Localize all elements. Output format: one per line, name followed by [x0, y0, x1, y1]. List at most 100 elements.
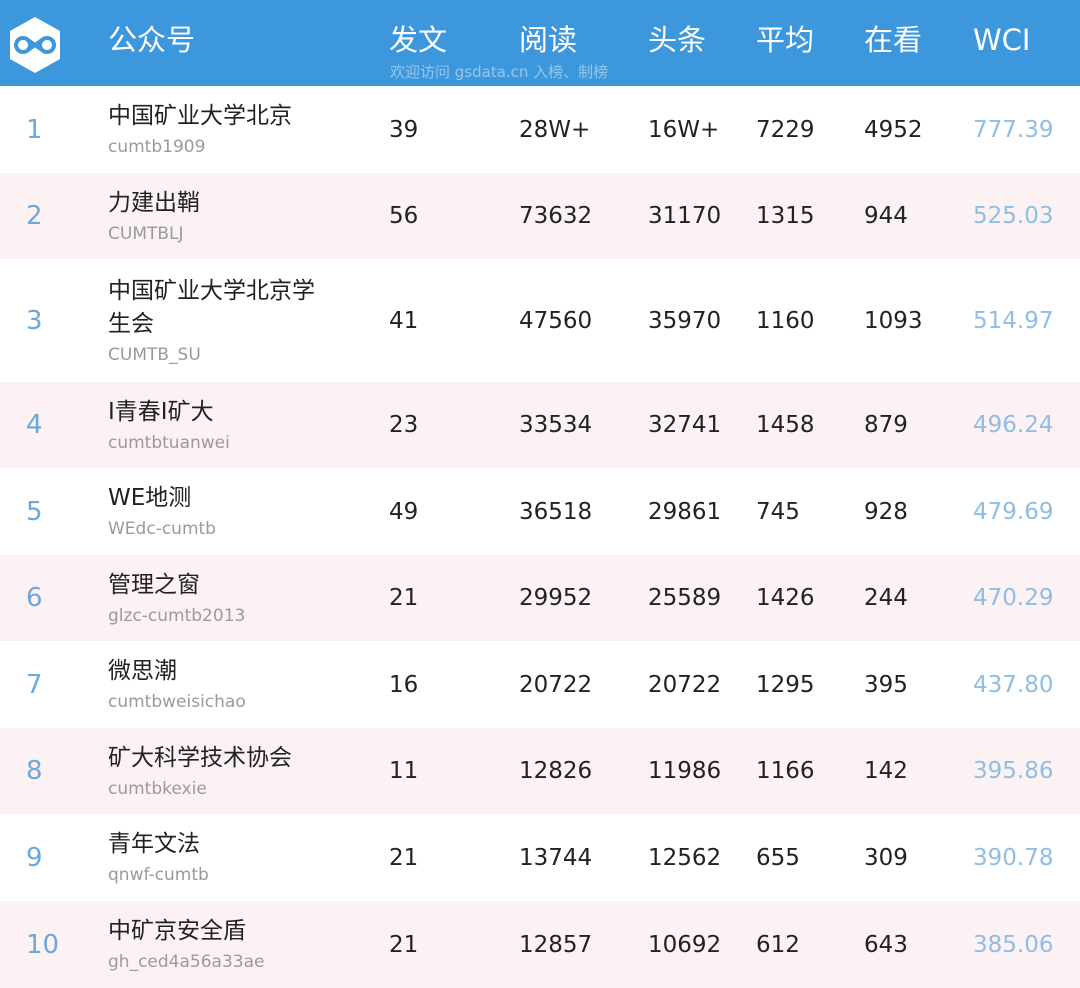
table-row: 1 中国矿业大学北京 cumtb1909 39 28W+ 16W+ 7229 4…	[0, 86, 1080, 173]
table-row: 8 矿大科学技术协会 cumtbkexie 11 12826 11986 116…	[0, 728, 1080, 814]
column-header-wci: WCI	[973, 23, 1031, 57]
average-value: 1315	[756, 203, 815, 229]
posts-value: 39	[389, 116, 419, 143]
average-value: 7229	[756, 116, 815, 143]
wci-value: 390.78	[973, 844, 1054, 871]
headline-value: 10692	[648, 931, 722, 958]
reads-value: 20722	[519, 671, 593, 698]
looking-value: 928	[864, 498, 908, 525]
account-name: 力建出鞘	[108, 189, 200, 216]
account-cell: 矿大科学技术协会 cumtbkexie	[108, 728, 348, 814]
posts-value: 49	[389, 498, 419, 525]
posts-value: 11	[389, 758, 419, 784]
headline-value: 20722	[648, 671, 722, 698]
looking-value: 879	[864, 412, 908, 438]
headline-value: 16W+	[648, 116, 720, 143]
account-name: 中国矿业大学北京	[108, 103, 292, 129]
looking-value: 142	[864, 758, 908, 784]
headline-value: 35970	[648, 307, 722, 334]
account-cell: WE地测 WEdc-cumtb	[108, 468, 348, 555]
account-id: gh_ced4a56a33ae	[108, 952, 265, 972]
posts-value: 56	[389, 203, 419, 229]
headline-value: 25589	[648, 585, 722, 611]
account-name: WE地测	[108, 485, 192, 511]
account-id: CUMTBLJ	[108, 223, 184, 244]
looking-value: 244	[864, 585, 908, 611]
reads-value: 28W+	[519, 116, 591, 143]
wci-value: 385.06	[973, 931, 1054, 958]
account-id: cumtbtuanwei	[108, 432, 230, 453]
reads-value: 12857	[519, 931, 593, 958]
account-cell: 中国矿业大学北京 cumtb1909	[108, 86, 348, 173]
reads-value: 13744	[519, 844, 593, 871]
rank-number: 3	[26, 305, 43, 336]
posts-value: 21	[389, 844, 419, 871]
reads-value: 33534	[519, 412, 593, 438]
headline-value: 29861	[648, 498, 722, 525]
rank-number: 6	[26, 583, 43, 613]
wci-value: 470.29	[973, 585, 1054, 611]
average-value: 1295	[756, 671, 815, 698]
table-row: 9 青年文法 qnwf-cumtb 21 13744 12562 655 309…	[0, 814, 1080, 901]
rank-number: 5	[26, 496, 43, 527]
account-cell: I青春I矿大 cumtbtuanwei	[108, 382, 348, 468]
account-id: qnwf-cumtb	[108, 865, 209, 885]
looking-value: 1093	[864, 307, 923, 334]
headline-value: 12562	[648, 844, 722, 871]
average-value: 1458	[756, 412, 815, 438]
posts-value: 21	[389, 931, 419, 958]
account-name: 管理之窗	[108, 571, 200, 598]
column-header-account: 公众号	[108, 23, 196, 57]
table-row: 10 中矿京安全盾 gh_ced4a56a33ae 21 12857 10692…	[0, 901, 1080, 988]
account-name: 矿大科学技术协会	[108, 744, 292, 771]
account-id: cumtbkexie	[108, 778, 207, 799]
rank-number: 1	[26, 114, 43, 145]
looking-value: 643	[864, 931, 908, 958]
account-cell: 青年文法 qnwf-cumtb	[108, 814, 348, 901]
column-header-looking: 在看	[864, 23, 923, 57]
table-row: 5 WE地测 WEdc-cumtb 49 36518 29861 745 928…	[0, 468, 1080, 555]
account-cell: 中国矿业大学北京学生会 CUMTB_SU	[108, 259, 323, 382]
wci-value: 395.86	[973, 758, 1054, 784]
reads-value: 73632	[519, 203, 593, 229]
posts-value: 21	[389, 585, 419, 611]
column-header-posts: 发文	[389, 23, 448, 57]
account-cell: 中矿京安全盾 gh_ced4a56a33ae	[108, 901, 348, 988]
reads-value: 36518	[519, 498, 593, 525]
average-value: 745	[756, 498, 800, 525]
account-cell: 力建出鞘 CUMTBLJ	[108, 173, 348, 259]
wci-value: 479.69	[973, 498, 1054, 525]
table-header: 公众号 发文 阅读 头条 平均 在看 WCI 欢迎访问 gsdata.cn 入榜…	[0, 0, 1080, 86]
account-name: 微思潮	[108, 658, 177, 684]
account-id: CUMTB_SU	[108, 344, 201, 365]
rank-number: 2	[26, 201, 43, 231]
account-cell: 微思潮 cumtbweisichao	[108, 641, 348, 728]
account-name: 中矿京安全盾	[108, 918, 246, 944]
wci-value: 777.39	[973, 116, 1054, 143]
column-header-headline: 头条	[648, 23, 707, 57]
rank-number: 7	[26, 669, 43, 700]
average-value: 1166	[756, 758, 815, 784]
wci-value: 496.24	[973, 412, 1054, 438]
rank-number: 10	[26, 929, 60, 960]
posts-value: 23	[389, 412, 419, 438]
looking-value: 309	[864, 844, 908, 871]
average-value: 1160	[756, 307, 815, 334]
ranking-table-body: 1 中国矿业大学北京 cumtb1909 39 28W+ 16W+ 7229 4…	[0, 86, 1080, 988]
headline-value: 31170	[648, 203, 722, 229]
table-row: 2 力建出鞘 CUMTBLJ 56 73632 31170 1315 944 5…	[0, 173, 1080, 259]
column-header-reads: 阅读	[519, 23, 578, 57]
posts-value: 41	[389, 307, 419, 334]
rank-number: 9	[26, 842, 43, 873]
headline-value: 11986	[648, 758, 722, 784]
account-id: glzc-cumtb2013	[108, 605, 246, 626]
account-name: I青春I矿大	[108, 398, 214, 425]
average-value: 655	[756, 844, 800, 871]
account-name: 中国矿业大学北京学生会	[108, 277, 315, 337]
gsdata-logo-icon	[10, 17, 60, 73]
average-value: 612	[756, 931, 800, 958]
watermark-text: 欢迎访问 gsdata.cn 入榜、制榜	[390, 63, 609, 81]
reads-value: 47560	[519, 307, 593, 334]
wci-value: 437.80	[973, 671, 1054, 698]
average-value: 1426	[756, 585, 815, 611]
